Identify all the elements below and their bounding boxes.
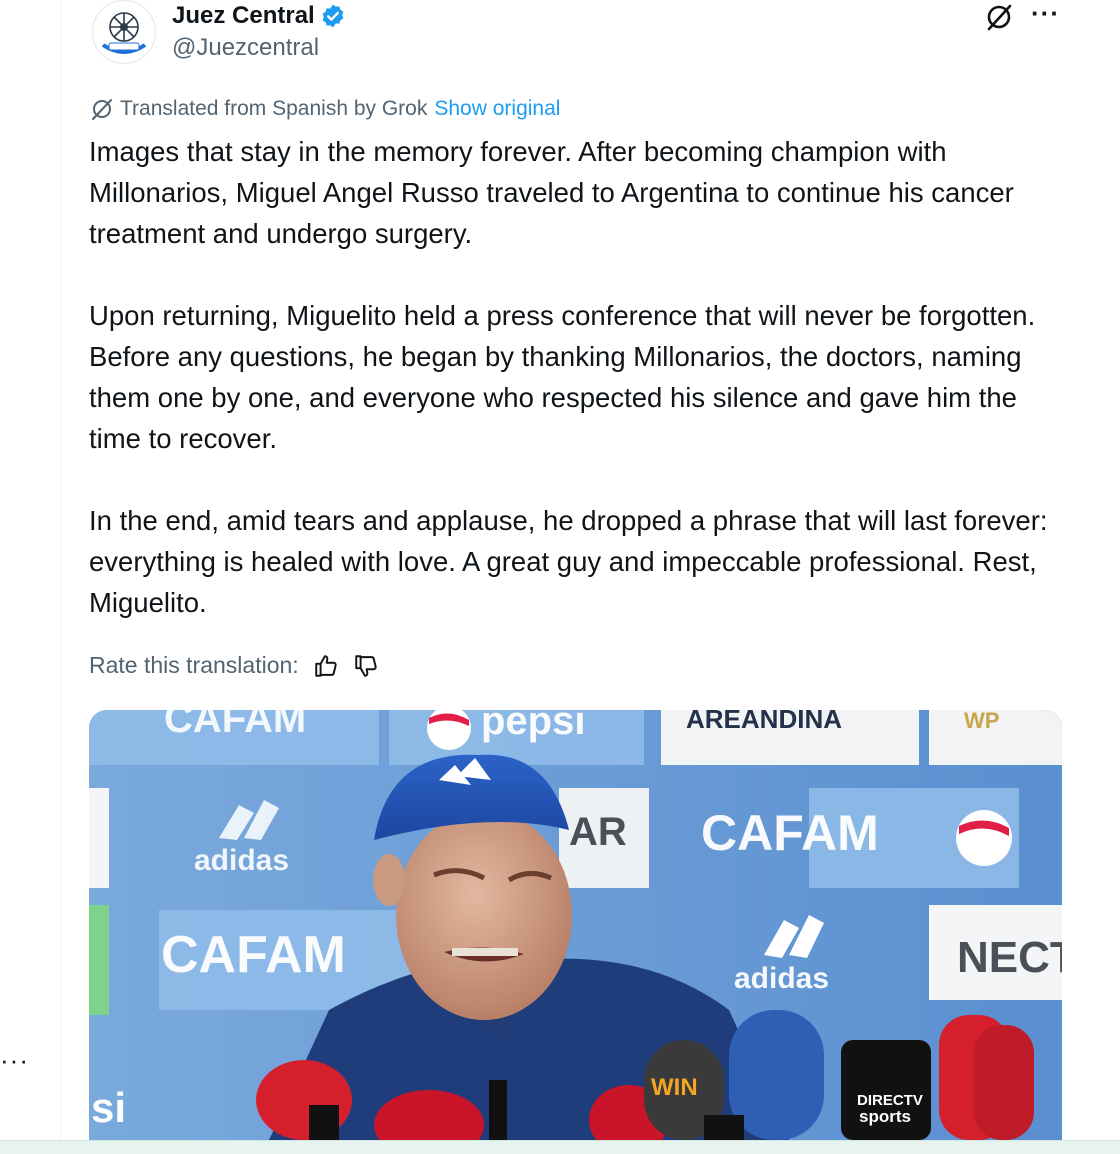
author-name[interactable]: Juez Central — [172, 2, 315, 30]
author-avatar[interactable] — [92, 0, 156, 64]
left-rail: ··· — [0, 0, 60, 1153]
translation-notice: Translated from Spanish by Grok Show ori… — [90, 97, 560, 121]
tweet-paragraph: Images that stay in the memory forever. … — [89, 136, 1014, 249]
tweet-paragraph: Upon returning, Miguelito held a press c… — [89, 300, 1036, 454]
rate-translation-label: Rate this translation: — [89, 652, 299, 678]
verified-badge-icon — [322, 4, 344, 28]
grok-translate-icon — [92, 99, 112, 120]
svg-text:CAFAM: CAFAM — [164, 710, 306, 741]
svg-text:CAFAM: CAFAM — [161, 926, 346, 984]
svg-text:AR: AR — [569, 810, 627, 854]
svg-text:adidas: adidas — [194, 844, 289, 877]
tweet-paragraph: In the end, amid tears and applause, he … — [89, 505, 1048, 618]
svg-text:WP: WP — [964, 710, 999, 733]
grok-icon[interactable] — [984, 2, 1014, 32]
right-gutter — [1091, 0, 1120, 1153]
svg-text:AREANDINA: AREANDINA — [686, 710, 842, 734]
svg-text:WIN: WIN — [651, 1074, 698, 1101]
svg-text:adidas: adidas — [734, 962, 829, 995]
svg-text:sports: sports — [859, 1107, 911, 1126]
svg-text:pepsi: pepsi — [481, 710, 585, 743]
thumbs-up-icon[interactable] — [313, 653, 339, 679]
thumbs-down-icon[interactable] — [353, 653, 379, 679]
more-options-button[interactable]: ··· — [1031, 0, 1060, 29]
press-conference-image: CAFAM pepsi AREANDINA WP adidas AR CAFAM… — [89, 710, 1062, 1140]
bottom-bar — [0, 1140, 1120, 1154]
translation-label: Translated from Spanish by Grok — [120, 97, 428, 120]
svg-text:NECT: NECT — [957, 933, 1062, 982]
author-handle[interactable]: @Juezcentral — [172, 34, 319, 62]
tweet-text: Images that stay in the memory forever. … — [89, 131, 1049, 664]
rate-translation: Rate this translation: — [89, 652, 379, 679]
svg-text:si: si — [91, 1084, 126, 1131]
author-name-row[interactable]: Juez Central — [172, 2, 346, 30]
juez-central-logo-icon — [94, 2, 154, 62]
show-original-link[interactable]: Show original — [434, 97, 560, 121]
more-options-dots[interactable]: ··· — [0, 1047, 29, 1073]
tweet-media[interactable]: CAFAM pepsi AREANDINA WP adidas AR CAFAM… — [89, 710, 1062, 1140]
svg-text:CAFAM: CAFAM — [701, 805, 879, 861]
